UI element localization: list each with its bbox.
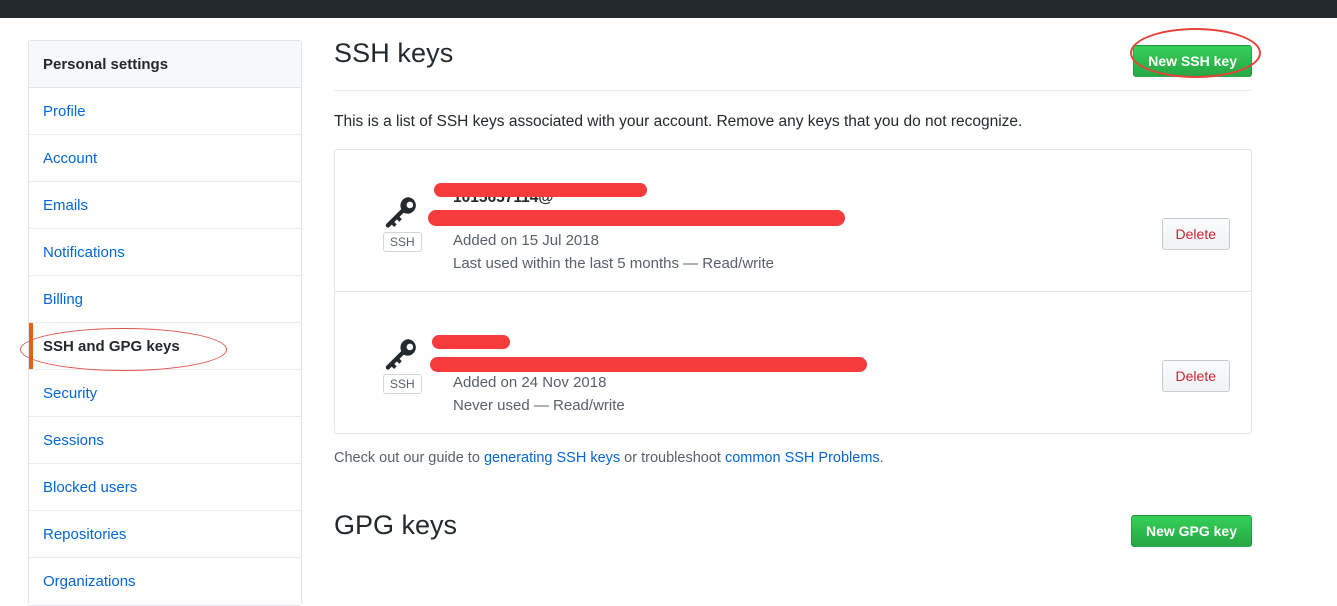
sidebar-item-label: Blocked users bbox=[43, 478, 138, 496]
global-header-bar bbox=[0, 0, 1337, 18]
ssh-key-row: SSH Added on 24 Nov 2018 Never used — Re… bbox=[335, 292, 1251, 433]
page-title: SSH keys bbox=[334, 38, 454, 68]
sidebar-header: Personal settings bbox=[29, 41, 301, 88]
sidebar-item-ssh-and-gpg-keys[interactable]: SSH and GPG keys bbox=[29, 323, 301, 370]
key-icon-column: SSH bbox=[351, 166, 422, 275]
sidebar-item-label: Sessions bbox=[43, 431, 104, 449]
sidebar-item-blocked-users[interactable]: Blocked users bbox=[29, 464, 301, 511]
new-ssh-key-button[interactable]: New SSH key bbox=[1133, 45, 1252, 77]
sidebar-item-billing[interactable]: Billing bbox=[29, 276, 301, 323]
key-icon bbox=[385, 339, 416, 370]
sidebar-item-label: SSH and GPG keys bbox=[43, 337, 180, 355]
ssh-key-title bbox=[453, 330, 1162, 350]
gpg-keys-header: GPG keys New GPG key bbox=[334, 510, 1252, 556]
delete-ssh-key-button[interactable]: Delete bbox=[1161, 360, 1230, 392]
ssh-key-details: 1015657114@ Added on 15 Jul 2018 Last us… bbox=[415, 166, 1162, 275]
footnote-suffix: . bbox=[879, 450, 884, 466]
ssh-key-last-used: Last used within the last 5 months — Rea… bbox=[453, 255, 774, 272]
sidebar-item-profile[interactable]: Profile bbox=[29, 88, 301, 135]
sidebar-item-notifications[interactable]: Notifications bbox=[29, 229, 301, 276]
ssh-key-last-used: Never used — Read/write bbox=[453, 397, 625, 414]
ssh-key-actions: Delete bbox=[1161, 308, 1235, 417]
settings-sidebar: Personal settings Profile Account Emails… bbox=[28, 40, 302, 606]
sidebar-item-emails[interactable]: Emails bbox=[29, 182, 301, 229]
ssh-keys-description: This is a list of SSH keys associated wi… bbox=[334, 113, 1023, 130]
ssh-key-added-date: Added on 24 Nov 2018 bbox=[453, 374, 607, 391]
sidebar-item-security[interactable]: Security bbox=[29, 370, 301, 417]
key-icon bbox=[385, 197, 416, 228]
sidebar-item-label: Emails bbox=[43, 196, 89, 214]
ssh-key-added-date: Added on 15 Jul 2018 bbox=[453, 232, 599, 249]
sidebar-item-label: Profile bbox=[43, 102, 86, 120]
ssh-key-fingerprint bbox=[453, 209, 1162, 229]
ssh-keys-list: SSH 1015657114@ Added on 15 Jul 2018 Las… bbox=[334, 149, 1252, 434]
sidebar-item-account[interactable]: Account bbox=[29, 135, 301, 182]
key-icon-column: SSH bbox=[351, 308, 422, 417]
ssh-key-fingerprint bbox=[453, 351, 1162, 371]
sidebar-item-repositories[interactable]: Repositories bbox=[29, 511, 301, 558]
ssh-key-title: 1015657114@ bbox=[453, 189, 554, 206]
sidebar-item-label: Repositories bbox=[43, 525, 127, 543]
generating-ssh-keys-link[interactable]: generating SSH keys bbox=[484, 450, 620, 466]
gpg-page-title: GPG keys bbox=[334, 510, 458, 540]
sidebar-item-label: Account bbox=[43, 149, 98, 167]
sidebar-item-label: Security bbox=[43, 384, 98, 402]
delete-ssh-key-button[interactable]: Delete bbox=[1161, 218, 1230, 250]
sidebar-item-organizations[interactable]: Organizations bbox=[29, 558, 301, 605]
main-content: SSH keys New SSH key This is a list of S… bbox=[334, 38, 1252, 556]
sidebar-item-label: Organizations bbox=[43, 573, 136, 590]
footnote-prefix: Check out our guide to bbox=[334, 450, 484, 466]
ssh-help-footnote: Check out our guide to generating SSH ke… bbox=[334, 450, 1252, 466]
ssh-key-details: Added on 24 Nov 2018 Never used — Read/w… bbox=[415, 308, 1162, 417]
common-ssh-problems-link[interactable]: common SSH Problems bbox=[725, 450, 880, 466]
ssh-key-row: SSH 1015657114@ Added on 15 Jul 2018 Las… bbox=[335, 150, 1251, 292]
footnote-middle: or troubleshoot bbox=[620, 450, 725, 466]
sidebar-item-label: Notifications bbox=[43, 243, 125, 261]
ssh-keys-header: SSH keys New SSH key bbox=[334, 38, 1252, 91]
new-gpg-key-button[interactable]: New GPG key bbox=[1130, 515, 1252, 547]
ssh-key-actions: Delete bbox=[1161, 166, 1235, 275]
sidebar-item-label: Billing bbox=[43, 290, 84, 308]
sidebar-item-sessions[interactable]: Sessions bbox=[29, 417, 301, 464]
